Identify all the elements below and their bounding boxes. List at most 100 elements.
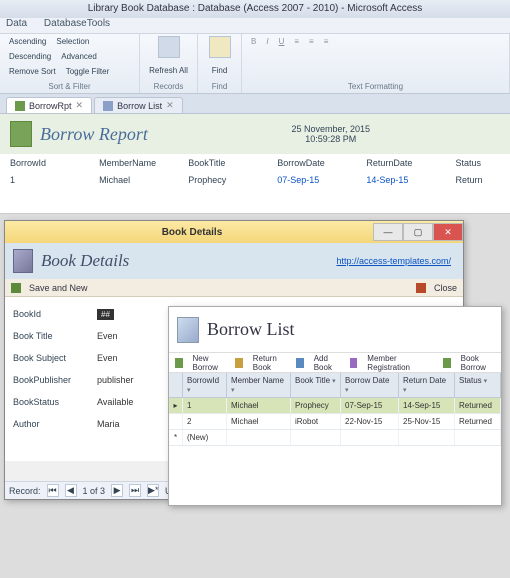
nav-last-button[interactable]: ⏭ [129, 484, 141, 497]
menu-databasetools[interactable]: DatabaseTools [44, 18, 110, 29]
tab-borrowrpt[interactable]: BorrowRpt ✕ [6, 97, 92, 113]
col-borrowid: BorrowId [10, 158, 99, 168]
align-left-button[interactable]: ≡ [291, 36, 302, 47]
form-icon [177, 317, 199, 343]
cell-member[interactable]: Michael [227, 414, 291, 429]
cell-borrowdate[interactable]: 22-Nov-15 [341, 414, 399, 429]
italic-button[interactable]: I [263, 36, 271, 47]
nav-first-button[interactable]: ⏮ [47, 484, 59, 497]
remove-sort-button[interactable]: Remove Sort [6, 66, 59, 77]
minimize-button[interactable]: — [373, 223, 403, 241]
cell-borrowdate[interactable]: 07-Sep-15 [277, 175, 366, 185]
borrow-title: Borrow List [207, 319, 295, 340]
label-author: Author [13, 419, 93, 429]
col-borrowdate[interactable]: Borrow Date [341, 373, 399, 397]
tab-label: Borrow List [117, 101, 162, 111]
ribbon-group-label: Text Formatting [248, 82, 503, 91]
borrow-list-panel: Borrow List New Borrow Return Book Add B… [168, 306, 502, 506]
cell-id[interactable]: 2 [183, 414, 227, 429]
cell-returndate[interactable]: 14-Sep-15 [399, 398, 455, 413]
row-selector[interactable] [169, 414, 183, 429]
cell-id[interactable]: 1 [183, 398, 227, 413]
underline-button[interactable]: U [276, 36, 288, 47]
close-icon[interactable]: ✕ [76, 100, 84, 111]
cell-book[interactable]: iRobot [291, 414, 341, 429]
table-row-new[interactable]: * (New) [169, 430, 501, 446]
cell-status: Return [455, 175, 500, 185]
book-borrow-button[interactable]: Book Borrow [461, 354, 495, 372]
bookid-value[interactable]: ## [97, 309, 114, 320]
bookpublisher-value[interactable]: publisher [93, 375, 134, 385]
col-returndate: ReturnDate [366, 158, 455, 168]
document-tabstrip: BorrowRpt ✕ Borrow List ✕ [0, 94, 510, 114]
record-label: Record: [9, 486, 41, 496]
close-form-button[interactable]: Close [434, 283, 457, 293]
refresh-icon[interactable] [158, 36, 180, 58]
close-icon[interactable]: ✕ [166, 100, 174, 111]
template-link[interactable]: http://access-templates.com/ [336, 256, 451, 266]
col-status[interactable]: Status [455, 373, 501, 397]
return-book-button[interactable]: Return Book [253, 354, 286, 372]
advanced-button[interactable]: Advanced [58, 51, 100, 62]
col-booktitle[interactable]: Book Title [291, 373, 341, 397]
refresh-all-button[interactable]: Refresh All [146, 65, 191, 76]
col-booktitle: BookTitle [188, 158, 277, 168]
cell-book[interactable]: Prophecy [291, 398, 341, 413]
cell-borrowdate[interactable]: 07-Sep-15 [341, 398, 399, 413]
bookstatus-value[interactable]: Available [93, 397, 133, 407]
cell-returndate[interactable]: 14-Sep-15 [366, 175, 455, 185]
sort-descending-button[interactable]: Descending [6, 51, 54, 62]
window-titlebar[interactable]: Book Details — ▢ ✕ [5, 221, 463, 243]
find-button[interactable]: Find [209, 65, 231, 76]
align-right-button[interactable]: ≡ [321, 36, 332, 47]
nav-new-button[interactable]: ▶* [147, 484, 159, 497]
add-book-button[interactable]: Add Book [314, 354, 340, 372]
label-booksubject: Book Subject [13, 353, 93, 363]
find-icon[interactable] [209, 36, 231, 58]
booktitle-value[interactable]: Even [93, 331, 118, 341]
label-booktitle: Book Title [13, 331, 93, 341]
menu-data[interactable]: Data [6, 18, 27, 29]
add-icon [296, 358, 304, 368]
table-row[interactable]: ▸ 1 Michael Prophecy 07-Sep-15 14-Sep-15… [169, 398, 501, 414]
new-record-link[interactable]: (New) [183, 430, 227, 445]
booksubject-value[interactable]: Even [93, 353, 118, 363]
bold-button[interactable]: B [248, 36, 259, 47]
window-title: Book Details [11, 227, 373, 238]
nav-next-button[interactable]: ▶ [111, 484, 123, 497]
details-toolbar: Save and New Close [5, 279, 463, 297]
ribbon-group-sortfilter: Ascending Selection Descending Advanced … [0, 34, 140, 93]
ribbon-group-label: Sort & Filter [6, 82, 133, 91]
report-icon [15, 101, 25, 111]
cell-status[interactable]: Returned [455, 414, 501, 429]
label-bookstatus: BookStatus [13, 397, 93, 407]
table-row[interactable]: 2 Michael iRobot 22-Nov-15 25-Nov-15 Ret… [169, 414, 501, 430]
sort-ascending-button[interactable]: Ascending [6, 36, 49, 47]
col-borrowid[interactable]: BorrowId [183, 373, 227, 397]
col-membername[interactable]: Member Name [227, 373, 291, 397]
align-center-button[interactable]: ≡ [306, 36, 317, 47]
row-selector[interactable]: * [169, 430, 183, 445]
ribbon: Ascending Selection Descending Advanced … [0, 34, 510, 94]
new-icon [175, 358, 183, 368]
toggle-filter-button[interactable]: Toggle Filter [63, 66, 113, 77]
cell-status[interactable]: Returned [455, 398, 501, 413]
cell-returndate[interactable]: 25-Nov-15 [399, 414, 455, 429]
nav-prev-button[interactable]: ◀ [65, 484, 77, 497]
ribbon-group-label: Records [154, 82, 184, 91]
book-icon [443, 358, 451, 368]
row-selector[interactable]: ▸ [169, 398, 183, 413]
selection-button[interactable]: Selection [53, 36, 92, 47]
maximize-button[interactable]: ▢ [403, 223, 433, 241]
cell-member[interactable]: Michael [227, 398, 291, 413]
member-registration-button[interactable]: Member Registration [367, 354, 423, 372]
col-returndate[interactable]: Return Date [399, 373, 455, 397]
close-button[interactable]: ✕ [433, 223, 463, 241]
save-and-new-button[interactable]: Save and New [29, 283, 88, 293]
cell-id: 1 [10, 175, 99, 185]
author-value[interactable]: Maria [93, 419, 120, 429]
save-icon [11, 283, 21, 293]
tab-borrowlist[interactable]: Borrow List ✕ [94, 97, 183, 113]
report-row: 1 Michael Prophecy 07-Sep-15 14-Sep-15 R… [0, 172, 510, 188]
new-borrow-button[interactable]: New Borrow [193, 354, 226, 372]
